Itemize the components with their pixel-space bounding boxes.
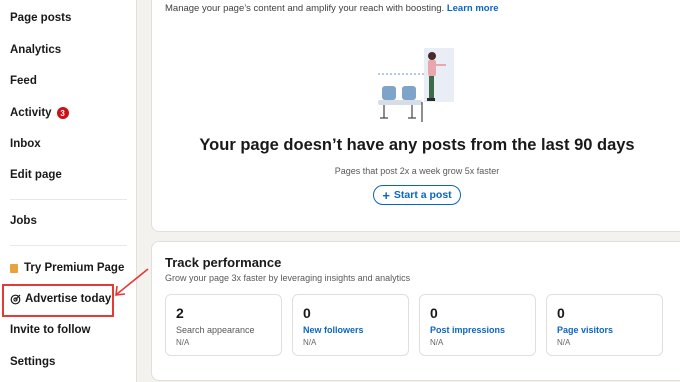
sidebar-item-feed[interactable]: Feed — [10, 75, 37, 87]
sidebar-item-edit-page[interactable]: Edit page — [10, 169, 62, 181]
learn-more-link[interactable]: Learn more — [447, 3, 499, 14]
sidebar-item-label: Invite to follow — [10, 324, 91, 336]
metric-page-visitors: 0 Page visitors N/A — [546, 294, 663, 356]
plus-icon: + — [382, 187, 390, 203]
sidebar-item-label: Settings — [10, 356, 56, 368]
sidebar-item-jobs[interactable]: Jobs — [10, 215, 37, 227]
premium-icon — [10, 263, 18, 273]
start-a-post-label: Start a post — [393, 189, 452, 201]
track-performance-subtitle: Grow your page 3x faster by leveraging i… — [165, 273, 411, 283]
sidebar-item-settings[interactable]: Settings — [10, 356, 55, 368]
metric-value: 0 — [557, 305, 565, 321]
sidebar-item-label: Activity — [10, 107, 52, 119]
metric-change: N/A — [176, 338, 190, 347]
annotation-highlight-box — [2, 284, 114, 317]
annotation-arrow-icon — [115, 268, 149, 296]
metric-change: N/A — [557, 338, 571, 347]
metric-post-impressions: 0 Post impressions N/A — [419, 294, 536, 356]
sidebar-nav: Page posts Analytics Feed Activity 3 Inb… — [0, 0, 137, 382]
sidebar-item-activity[interactable]: Activity 3 — [10, 107, 69, 119]
metric-value: 2 — [176, 305, 184, 321]
metric-value: 0 — [430, 305, 438, 321]
sidebar-divider — [10, 199, 127, 200]
notification-badge: 3 — [56, 107, 69, 119]
start-a-post-button[interactable]: + Start a post — [373, 185, 461, 205]
sidebar-item-inbox[interactable]: Inbox — [10, 138, 41, 150]
intro-text-body: Manage your page’s content and amplify y… — [165, 3, 445, 14]
sidebar-item-label: Feed — [10, 75, 37, 87]
empty-state-title: Your page doesn’t have any posts from th… — [199, 136, 635, 154]
metric-new-followers: 0 New followers N/A — [292, 294, 409, 356]
sidebar-item-label: Page posts — [10, 12, 72, 24]
metric-change: N/A — [430, 338, 444, 347]
sidebar-item-label: Analytics — [10, 44, 62, 56]
track-performance-title: Track performance — [165, 255, 282, 270]
metric-link[interactable]: Page visitors — [557, 325, 613, 335]
metric-search-appearance: 2 Search appearance N/A — [165, 294, 282, 356]
metric-label: Search appearance — [176, 325, 255, 335]
sidebar-divider — [10, 245, 127, 246]
empty-state-subtitle: Pages that post 2x a week grow 5x faster — [334, 166, 500, 176]
sidebar-item-label: Jobs — [10, 215, 37, 227]
metric-change: N/A — [303, 338, 317, 347]
metric-link[interactable]: New followers — [303, 325, 364, 335]
metric-value: 0 — [303, 305, 311, 321]
sidebar-item-page-posts[interactable]: Page posts — [10, 12, 71, 24]
sidebar-item-analytics[interactable]: Analytics — [10, 44, 61, 56]
sidebar-item-invite[interactable]: Invite to follow — [10, 324, 91, 336]
intro-text: Manage your page’s content and amplify y… — [165, 3, 499, 14]
sidebar-item-label: Edit page — [10, 169, 62, 181]
sidebar-item-label: Inbox — [10, 138, 41, 150]
metric-link[interactable]: Post impressions — [430, 325, 505, 335]
empty-state-illustration — [378, 48, 454, 122]
